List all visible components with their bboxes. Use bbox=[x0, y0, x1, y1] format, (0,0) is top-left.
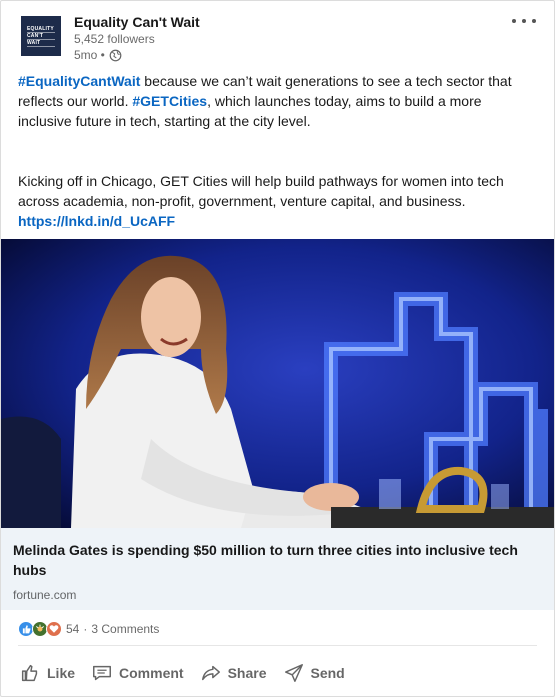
reaction-icons[interactable] bbox=[18, 621, 62, 637]
article-preview[interactable]: Melinda Gates is spending $50 million to… bbox=[1, 528, 554, 610]
comment-label: Comment bbox=[119, 665, 184, 681]
post-link-paragraph: https://lnkd.in/d_UcAFF bbox=[18, 211, 538, 231]
company-logo[interactable]: EQUALITY CAN'T WAIT bbox=[21, 16, 61, 56]
logo-line-2: CAN'T bbox=[27, 33, 55, 40]
like-button[interactable]: Like bbox=[11, 655, 83, 691]
post-link[interactable]: https://lnkd.in/d_UcAFF bbox=[18, 213, 175, 229]
comment-icon bbox=[93, 665, 111, 681]
send-icon bbox=[284, 664, 303, 682]
hashtag-link[interactable]: #EqualityCantWait bbox=[18, 73, 140, 89]
like-icon bbox=[21, 664, 38, 682]
more-options-button[interactable] bbox=[512, 13, 536, 29]
post-paragraph-2: Kicking off in Chicago, GET Cities will … bbox=[18, 173, 504, 209]
more-icon bbox=[512, 19, 516, 23]
post-time: 5mo • bbox=[74, 48, 122, 62]
article-title[interactable]: Melinda Gates is spending $50 million to… bbox=[13, 540, 542, 580]
share-icon bbox=[201, 665, 220, 681]
separator-dot: · bbox=[83, 622, 88, 636]
comments-count[interactable]: 3 Comments bbox=[91, 622, 159, 636]
globe-icon bbox=[109, 49, 122, 62]
comment-button[interactable]: Comment bbox=[83, 655, 192, 691]
reaction-count[interactable]: 54 bbox=[66, 622, 79, 636]
logo-line-3: WAIT bbox=[27, 40, 55, 47]
post-commentary: #EqualityCantWait because we can’t wait … bbox=[18, 71, 538, 231]
post-age: 5mo • bbox=[74, 48, 105, 62]
hashtag-link[interactable]: #GETCities bbox=[132, 93, 207, 109]
send-button[interactable]: Send bbox=[275, 655, 353, 691]
company-logo-text: EQUALITY CAN'T WAIT bbox=[27, 26, 55, 47]
feed-post-card: EQUALITY CAN'T WAIT Equality Can't Wait … bbox=[0, 0, 555, 697]
share-button[interactable]: Share bbox=[192, 655, 275, 691]
more-icon-dot bbox=[522, 19, 526, 23]
love-reaction-icon bbox=[46, 621, 62, 637]
post-header: EQUALITY CAN'T WAIT Equality Can't Wait … bbox=[1, 1, 554, 69]
company-name-link[interactable]: Equality Can't Wait bbox=[74, 14, 200, 30]
actions-divider bbox=[18, 645, 537, 646]
share-label: Share bbox=[227, 665, 267, 681]
post-paragraph-1: #EqualityCantWait because we can’t wait … bbox=[18, 71, 538, 131]
more-icon-dot bbox=[532, 19, 536, 23]
follower-count: 5,452 followers bbox=[74, 32, 155, 46]
logo-line-1: EQUALITY bbox=[27, 25, 55, 33]
article-image[interactable] bbox=[1, 239, 554, 528]
send-label: Send bbox=[310, 665, 345, 681]
article-source: fortune.com bbox=[13, 588, 77, 602]
like-label: Like bbox=[47, 665, 76, 681]
post-actions: Like Comment Share Send bbox=[11, 653, 353, 693]
social-counts: 54 · 3 Comments bbox=[18, 619, 159, 639]
